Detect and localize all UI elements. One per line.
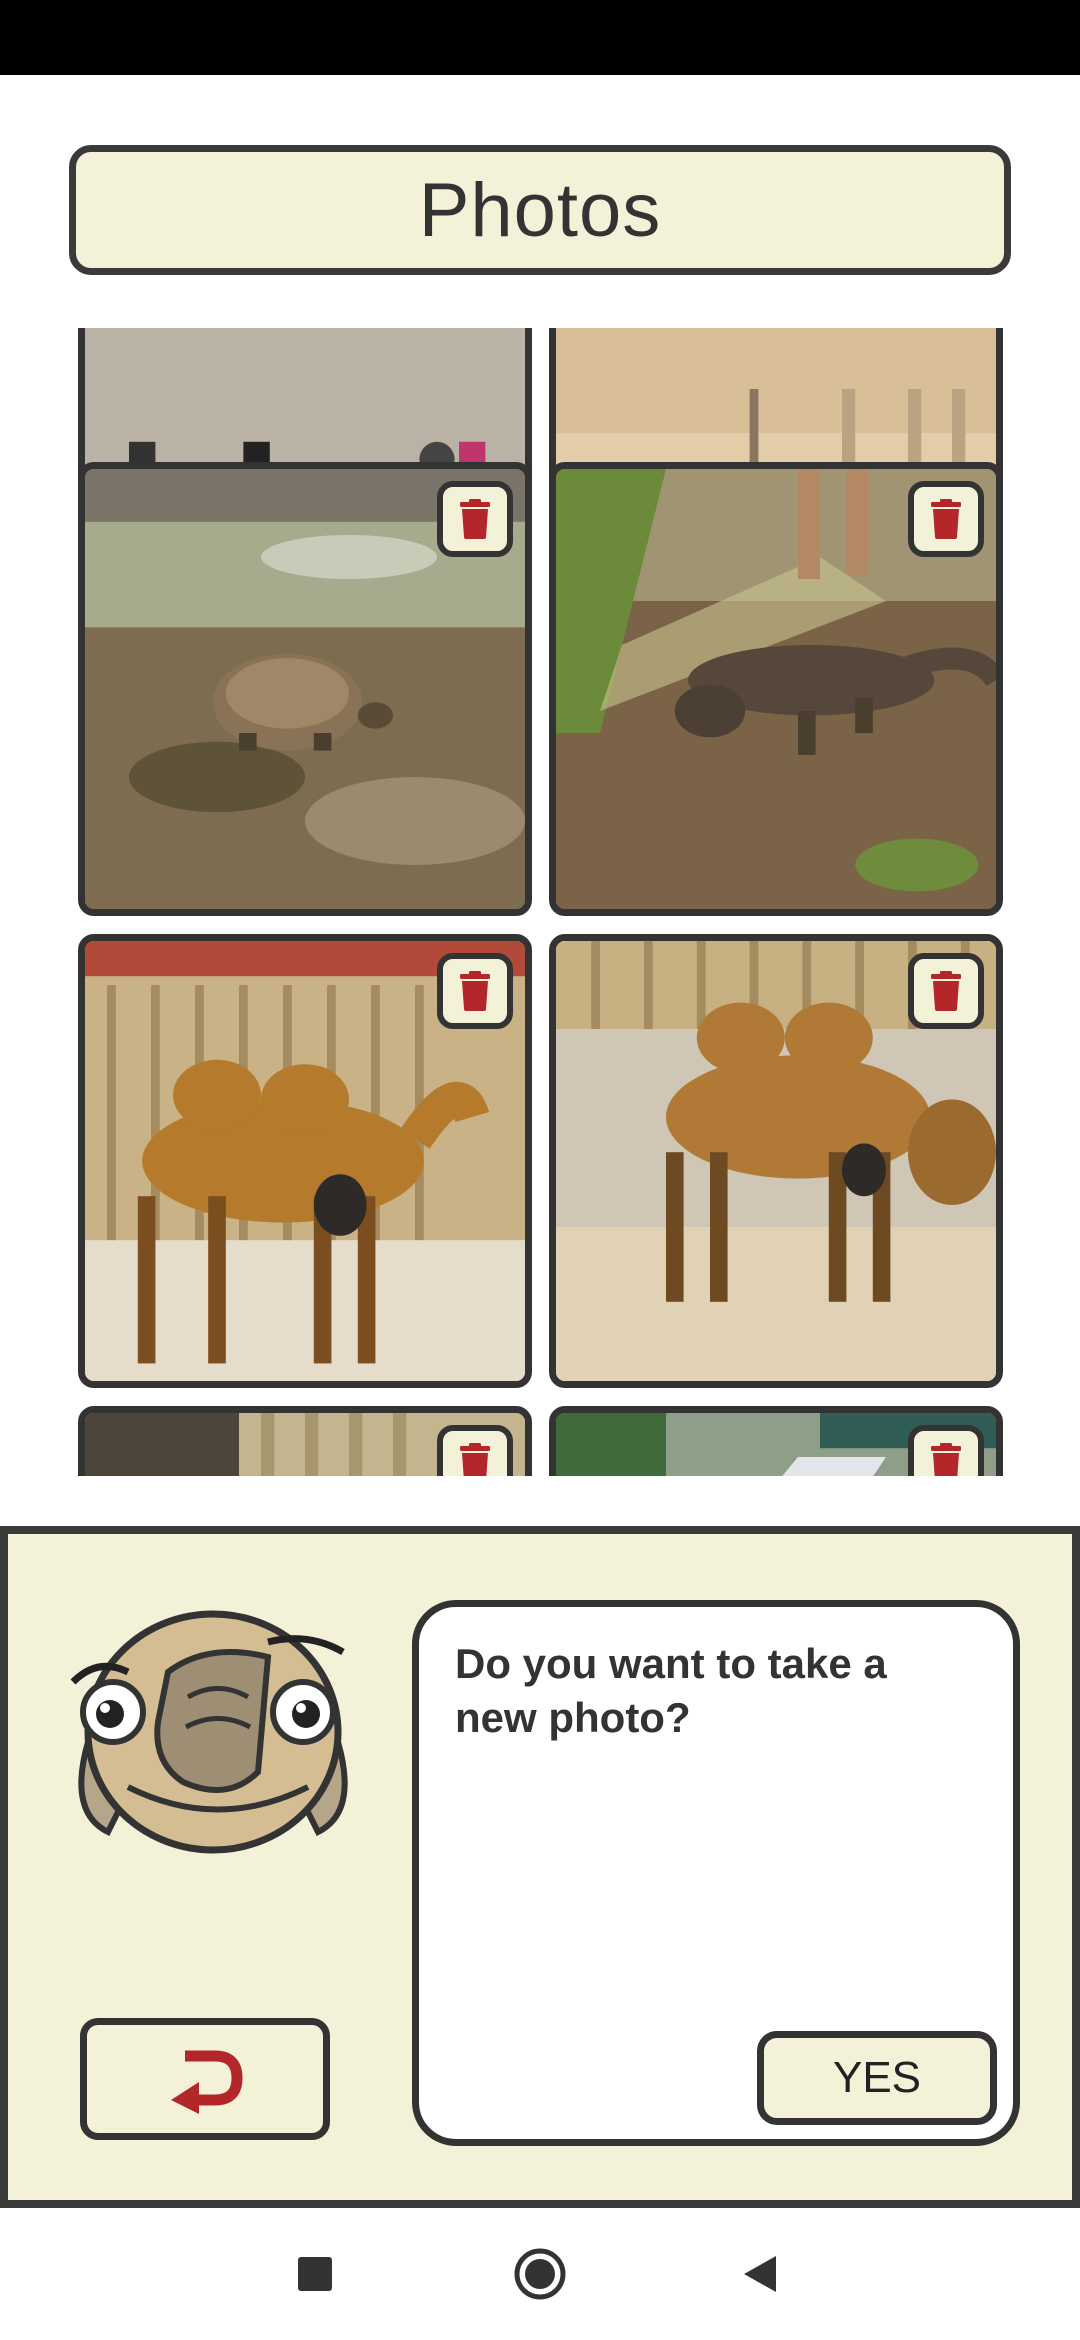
nav-back-button[interactable] (700, 2208, 820, 2340)
trash-icon (931, 971, 961, 1011)
home-circle-icon (514, 2248, 566, 2300)
nav-home-button[interactable] (480, 2208, 600, 2340)
delete-photo-button[interactable] (437, 953, 513, 1029)
photo-tile[interactable] (78, 1406, 532, 1476)
dialog-bubble: Do you want to take a new photo? YES (412, 1600, 1020, 2146)
photo-tile[interactable] (549, 462, 1003, 916)
system-navigation-bar (0, 2208, 1080, 2340)
delete-photo-button[interactable] (437, 1425, 513, 1476)
photo-grid[interactable] (0, 328, 1080, 1476)
screen: Photos Do you want to take a new photo? … (0, 0, 1080, 2340)
trash-icon (460, 971, 490, 1011)
delete-photo-button[interactable] (437, 481, 513, 557)
delete-photo-button[interactable] (908, 953, 984, 1029)
trash-icon (460, 1443, 490, 1476)
photo-tile[interactable] (78, 934, 532, 1388)
nav-recents-button[interactable] (255, 2208, 375, 2340)
back-triangle-icon (744, 2256, 776, 2292)
page-title: Photos (418, 167, 662, 253)
assistant-panel: Do you want to take a new photo? YES (0, 1526, 1080, 2208)
trash-icon (931, 499, 961, 539)
delete-photo-button[interactable] (908, 1425, 984, 1476)
title-bar: Photos (69, 145, 1011, 275)
return-arrow-icon (171, 2050, 243, 2114)
photo-tile[interactable] (549, 1406, 1003, 1476)
trash-icon (931, 1443, 961, 1476)
stop-square-icon (298, 2257, 332, 2291)
status-bar (0, 0, 1080, 75)
trash-icon (460, 499, 490, 539)
photo-tile[interactable] (549, 934, 1003, 1388)
back-button[interactable] (80, 2018, 330, 2140)
tortoise-mascot-icon (70, 1610, 348, 1854)
photo-tile[interactable] (78, 462, 532, 916)
delete-photo-button[interactable] (908, 481, 984, 557)
dialog-message: Do you want to take a new photo? (455, 1640, 887, 1741)
yes-button[interactable]: YES (757, 2031, 997, 2125)
